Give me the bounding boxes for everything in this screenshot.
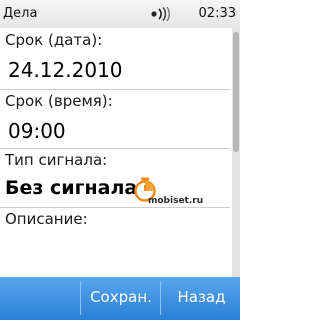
description-field[interactable]: Описание:	[0, 208, 230, 277]
time-label: Срок (время):	[5, 92, 113, 110]
date-label: Срок (дата):	[5, 31, 103, 49]
scrollbar-thumb[interactable]	[233, 32, 239, 152]
date-value: 24.12.2010	[8, 58, 123, 82]
form-content: Срок (дата): 24.12.2010 Срок (время): 09…	[0, 28, 240, 277]
save-button[interactable]: Сохран.	[84, 277, 158, 320]
time-field[interactable]: Срок (время): 09:00	[0, 90, 230, 150]
softkey-separator	[160, 281, 161, 315]
time-value: 09:00	[8, 119, 66, 143]
back-button[interactable]: Назад	[163, 277, 240, 320]
softkey-bar: Сохран. Назад	[0, 277, 240, 320]
status-time: 02:33	[198, 6, 236, 21]
alarm-label: Тип сигнала:	[5, 151, 108, 169]
description-label: Описание:	[5, 210, 88, 228]
status-bar: Дела 02:33	[0, 0, 240, 28]
status-title: Дела	[3, 6, 38, 21]
softkey-separator	[80, 281, 81, 315]
date-field[interactable]: Срок (дата): 24.12.2010	[0, 28, 230, 90]
scrollbar[interactable]	[232, 28, 240, 277]
broadcast-signal-icon	[151, 7, 170, 21]
todo-editor-screen: Дела 02:33 Срок (дата): 24.12.2010 Срок …	[0, 0, 240, 320]
alarm-value: Без сигнала	[5, 177, 138, 199]
watermark-text: mobiset.ru	[148, 196, 204, 206]
